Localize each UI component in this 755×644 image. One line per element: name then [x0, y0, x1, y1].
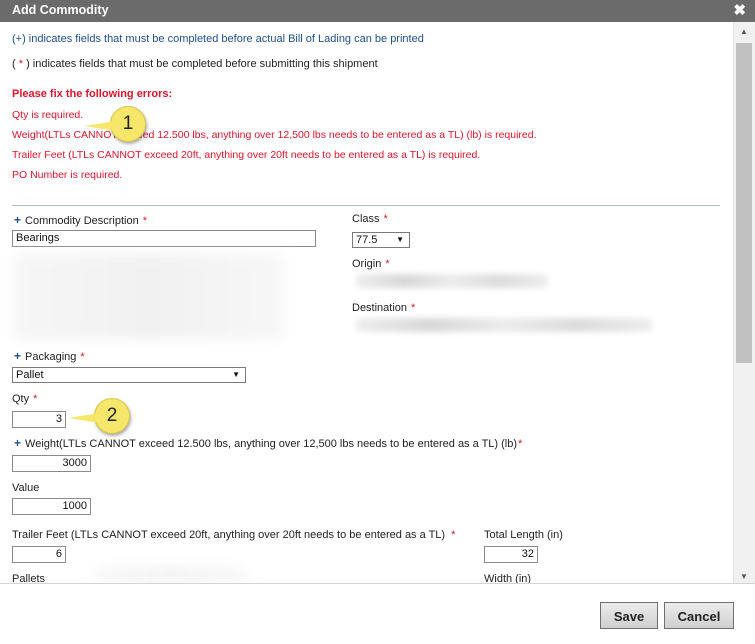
cancel-button[interactable]: Cancel [664, 602, 734, 629]
class-label: Class * [352, 213, 388, 225]
section-divider [12, 205, 720, 206]
value-label: Value [12, 482, 40, 494]
required-icon: * [383, 213, 388, 225]
arrow-down-icon[interactable]: ▼ [740, 572, 748, 581]
weight-label: + Weight(LTLs CANNOT exceed 12.500 lbs, a… [14, 436, 522, 450]
chevron-down-icon: ▼ [232, 370, 240, 379]
redacted-area [96, 568, 246, 582]
destination-label: Destination * [352, 302, 415, 314]
trailer-feet-input[interactable]: 6 [12, 546, 66, 563]
close-icon[interactable]: ✖ [733, 1, 746, 19]
plus-icon: + [14, 436, 22, 450]
class-label-text: Class [352, 213, 380, 225]
dialog-content: ( + ) indicates fields that must be comple… [0, 22, 733, 583]
error-trailer-feet: Trailer Feet (LTLs CANNOT exceed 20ft, a… [12, 149, 481, 161]
origin-redacted [356, 274, 548, 288]
trailer-feet-label-text: Trailer Feet (LTLs CANNOT exceed 20ft, a… [12, 529, 446, 541]
star-note-suffix: ) indicates fields that must be complete… [23, 58, 378, 70]
destination-redacted [356, 318, 652, 332]
error-po-number: PO Number is required. [12, 169, 123, 181]
class-select[interactable]: 77.5 ▼ [352, 232, 410, 248]
commodity-description-label-text: Commodity Description [25, 215, 139, 227]
callout-badge: 2 [69, 398, 130, 434]
origin-label: Origin * [352, 258, 390, 270]
plus-note: (+) indicates fields that must be comple… [12, 33, 424, 45]
error-title: Please fix the following errors: [12, 88, 173, 100]
qty-input[interactable]: 3 [12, 411, 66, 428]
required-icon: * [33, 393, 38, 405]
chevron-down-icon: ▼ [396, 235, 404, 244]
required-icon: * [142, 215, 147, 227]
callout-badge: 1 [85, 106, 146, 142]
weight-label-text: Weight(LTLs CANNOT exceed 12.500 lbs, an… [25, 438, 518, 450]
total-length-label: Total Length (in) [484, 529, 563, 541]
required-icon: * [518, 438, 523, 450]
plus-icon: + [14, 349, 22, 363]
trailer-feet-label: Trailer Feet (LTLs CANNOT exceed 20ft, a… [12, 529, 455, 541]
packaging-label: + Packaging * [14, 349, 85, 363]
required-icon: * [411, 302, 416, 314]
pallets-label: Pallets [12, 573, 46, 583]
value-input[interactable]: 1000 [12, 498, 91, 515]
save-button[interactable]: Save [600, 602, 658, 629]
vertical-scrollbar[interactable]: ▲ ▼ [733, 22, 755, 583]
dialog-titlebar: Add Commodity ✖ [0, 0, 755, 22]
scrollbar-thumb[interactable] [736, 43, 752, 363]
packaging-label-text: Packaging [25, 351, 77, 363]
arrow-up-icon[interactable]: ▲ [740, 27, 748, 36]
qty-label: Qty * [12, 393, 37, 405]
required-icon: * [451, 529, 456, 541]
dialog-footer: Save Cancel [0, 583, 755, 644]
plus-icon: + [14, 213, 22, 227]
packaging-select-value: Pallet [16, 369, 44, 381]
star-note: ( * ) indicates fields that must be comp… [12, 58, 378, 70]
dialog-title: Add Commodity [12, 3, 109, 17]
commodity-description-input[interactable]: Bearings [12, 230, 316, 247]
width-label: Width (in) [484, 573, 532, 583]
class-select-value: 77.5 [356, 234, 378, 246]
star-note-prefix: ( [12, 58, 19, 70]
total-length-input[interactable]: 32 [484, 546, 538, 563]
destination-label-text: Destination [352, 302, 408, 314]
origin-label-text: Origin [352, 258, 382, 270]
required-icon: * [385, 258, 390, 270]
redacted-area [14, 254, 284, 340]
commodity-description-label: + Commodity Description * [14, 213, 147, 227]
packaging-select[interactable]: Pallet ▼ [12, 367, 246, 383]
required-icon: * [80, 351, 85, 363]
weight-input[interactable]: 3000 [12, 455, 91, 472]
error-qty: Qty is required. [12, 109, 84, 121]
qty-label-text: Qty [12, 393, 30, 405]
